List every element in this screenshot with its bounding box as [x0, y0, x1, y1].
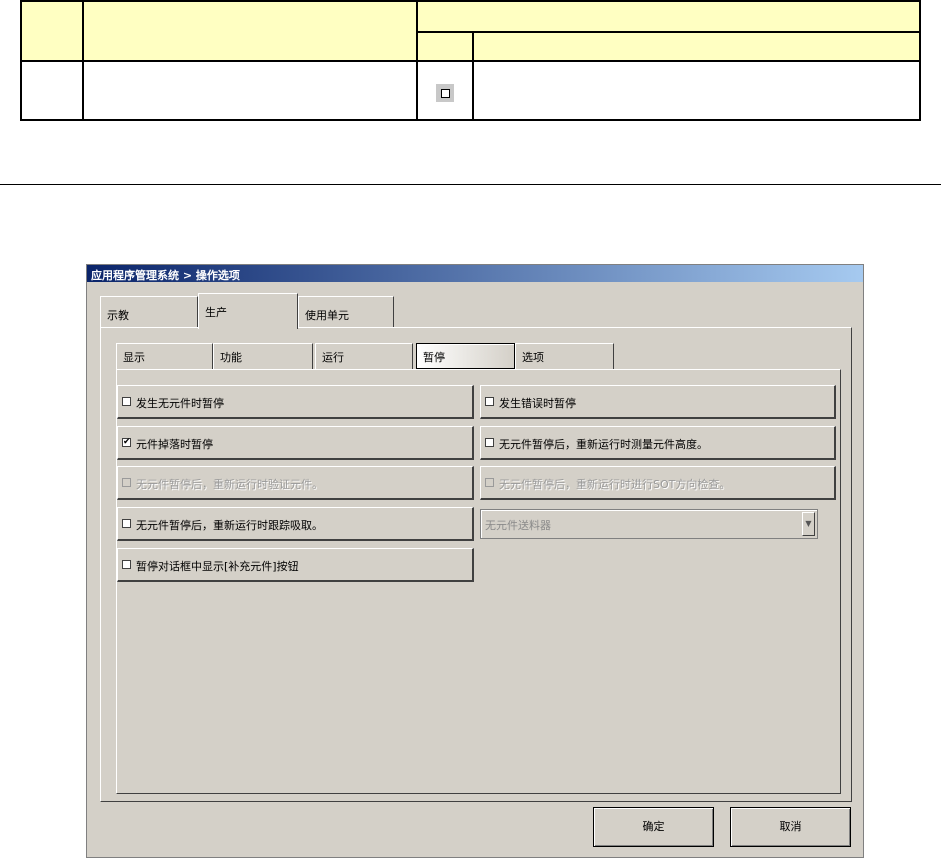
checkbox-icon: [122, 478, 131, 487]
option-pause-on-error[interactable]: 发生错误时暂停: [480, 385, 836, 419]
option-track-pickup[interactable]: 无元件暂停后，重新运行时跟踪吸取。: [117, 507, 474, 541]
ok-button[interactable]: 确定: [593, 807, 714, 847]
tab-run[interactable]: 运行: [315, 343, 413, 369]
header-cell: [416, 0, 921, 33]
options-dialog: 应用程序管理系统 > 操作选项 示教 生产 使用单元 显示 功能 运行 暂停 选…: [86, 264, 864, 858]
option-label: 暂停对话框中显示[补充元件]按钮: [136, 560, 299, 573]
tab-options[interactable]: 选项: [515, 343, 614, 369]
checkbox-icon[interactable]: [122, 519, 131, 528]
option-verify-component: 无元件暂停后，重新运行时验证元件。: [117, 466, 474, 500]
chevron-down-icon: ▼: [802, 512, 815, 536]
option-label: 无元件暂停后，重新运行时跟踪吸取。: [136, 519, 323, 532]
tab-label: 暂停: [423, 351, 445, 364]
header-cell: [416, 31, 474, 62]
tab-label: 运行: [322, 351, 344, 364]
option-show-replenish-button[interactable]: 暂停对话框中显示[补充元件]按钮: [117, 548, 474, 582]
tab-label: 使用单元: [305, 309, 349, 322]
window-title: 应用程序管理系统 > 操作选项: [91, 269, 240, 282]
tab-label: 显示: [123, 351, 145, 364]
table-cell: [20, 60, 84, 121]
header-cell: [82, 0, 418, 62]
table-cell: [416, 60, 474, 121]
option-label: 元件掉落时暂停: [136, 438, 213, 451]
tab-function[interactable]: 功能: [213, 343, 313, 369]
option-label: 无元件暂停后，重新运行时进行SOT方向检查。: [499, 478, 731, 491]
feeder-select: 无元件送料器 ▼: [480, 509, 818, 539]
feeder-select-value: 无元件送料器: [485, 519, 551, 532]
tab-use-unit[interactable]: 使用单元: [298, 296, 394, 328]
header-cell: [20, 0, 84, 62]
tab-teach[interactable]: 示教: [100, 296, 198, 328]
checkbox-icon[interactable]: [485, 397, 494, 406]
document-table: [20, 0, 921, 121]
checkbox-icon[interactable]: [122, 560, 131, 569]
tab-label: 功能: [220, 351, 242, 364]
tab-production[interactable]: 生产: [198, 293, 298, 329]
option-pause-component-drop[interactable]: ✔ 元件掉落时暂停: [117, 426, 474, 460]
option-label: 发生无元件时暂停: [136, 397, 224, 410]
option-label: 无元件暂停后，重新运行时测量元件高度。: [499, 438, 708, 451]
title-bar[interactable]: 应用程序管理系统 > 操作选项: [87, 265, 863, 282]
tab-label: 生产: [205, 306, 227, 319]
checkbox-icon: [485, 478, 494, 487]
table-cell: [472, 60, 921, 121]
header-cell: [472, 31, 921, 62]
option-pause-no-component[interactable]: 发生无元件时暂停: [117, 385, 474, 419]
table-cell: [82, 60, 418, 121]
horizontal-rule: [0, 184, 941, 185]
option-label: 无元件暂停后，重新运行时验证元件。: [136, 478, 323, 491]
tab-display[interactable]: 显示: [116, 343, 213, 369]
tab-pause[interactable]: 暂停: [416, 343, 515, 369]
option-label: 发生错误时暂停: [499, 397, 576, 410]
checkbox-icon[interactable]: [485, 438, 494, 447]
checkbox-icon[interactable]: [122, 397, 131, 406]
option-measure-height[interactable]: 无元件暂停后，重新运行时测量元件高度。: [480, 426, 836, 460]
checkbox-icon[interactable]: ✔: [122, 438, 131, 447]
cancel-button[interactable]: 取消: [730, 807, 851, 847]
checkbox-icon: [436, 84, 454, 102]
tab-label: 选项: [522, 351, 544, 364]
option-sot-direction-check: 无元件暂停后，重新运行时进行SOT方向检查。: [480, 466, 836, 500]
tab-label: 示教: [107, 309, 129, 322]
